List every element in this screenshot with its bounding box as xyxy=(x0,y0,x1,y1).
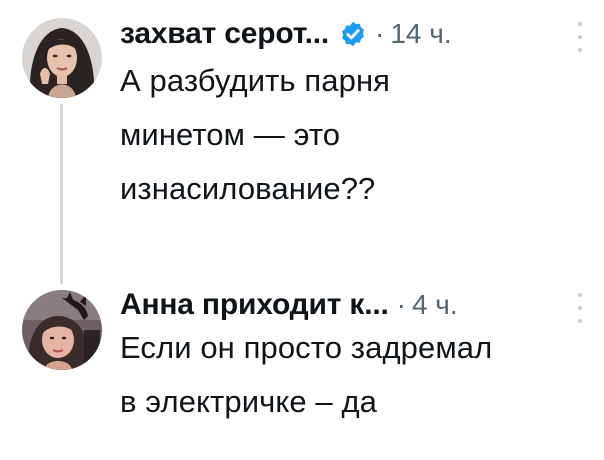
more-dot xyxy=(578,293,582,297)
avatar[interactable] xyxy=(22,18,102,98)
tweet[interactable]: захват серот... · 14 ч. А разбудить парн… xyxy=(0,0,604,284)
timestamp[interactable]: 14 ч. xyxy=(390,18,451,50)
meta-separator: · xyxy=(396,289,406,320)
more-options-icon[interactable] xyxy=(574,22,586,52)
avatar-photo-woman-icon xyxy=(22,18,102,98)
tweet-text: Если он просто задремал в электричке – д… xyxy=(120,330,493,419)
tweet-header: захват серот... · 14 ч. xyxy=(120,12,452,56)
author-name[interactable]: захват серот... xyxy=(120,17,329,51)
meta-separator: · xyxy=(374,18,385,49)
avatar-photo-woman-cat-icon xyxy=(22,290,102,370)
more-dot xyxy=(578,35,582,39)
avatar[interactable] xyxy=(22,290,102,370)
tweet[interactable]: Анна приходит к... · 4 ч. Если он просто… xyxy=(0,275,604,460)
more-dot xyxy=(578,48,582,52)
more-dot xyxy=(578,306,582,310)
tweet-text: А разбудить парня минетом — это изнасило… xyxy=(120,63,391,206)
more-dot xyxy=(578,22,582,26)
thread-connector-line xyxy=(60,104,63,284)
more-options-icon[interactable] xyxy=(574,293,586,323)
verified-badge-icon xyxy=(342,21,364,47)
author-name[interactable]: Анна приходит к... xyxy=(120,288,389,322)
timestamp[interactable]: 4 ч. xyxy=(412,289,458,321)
